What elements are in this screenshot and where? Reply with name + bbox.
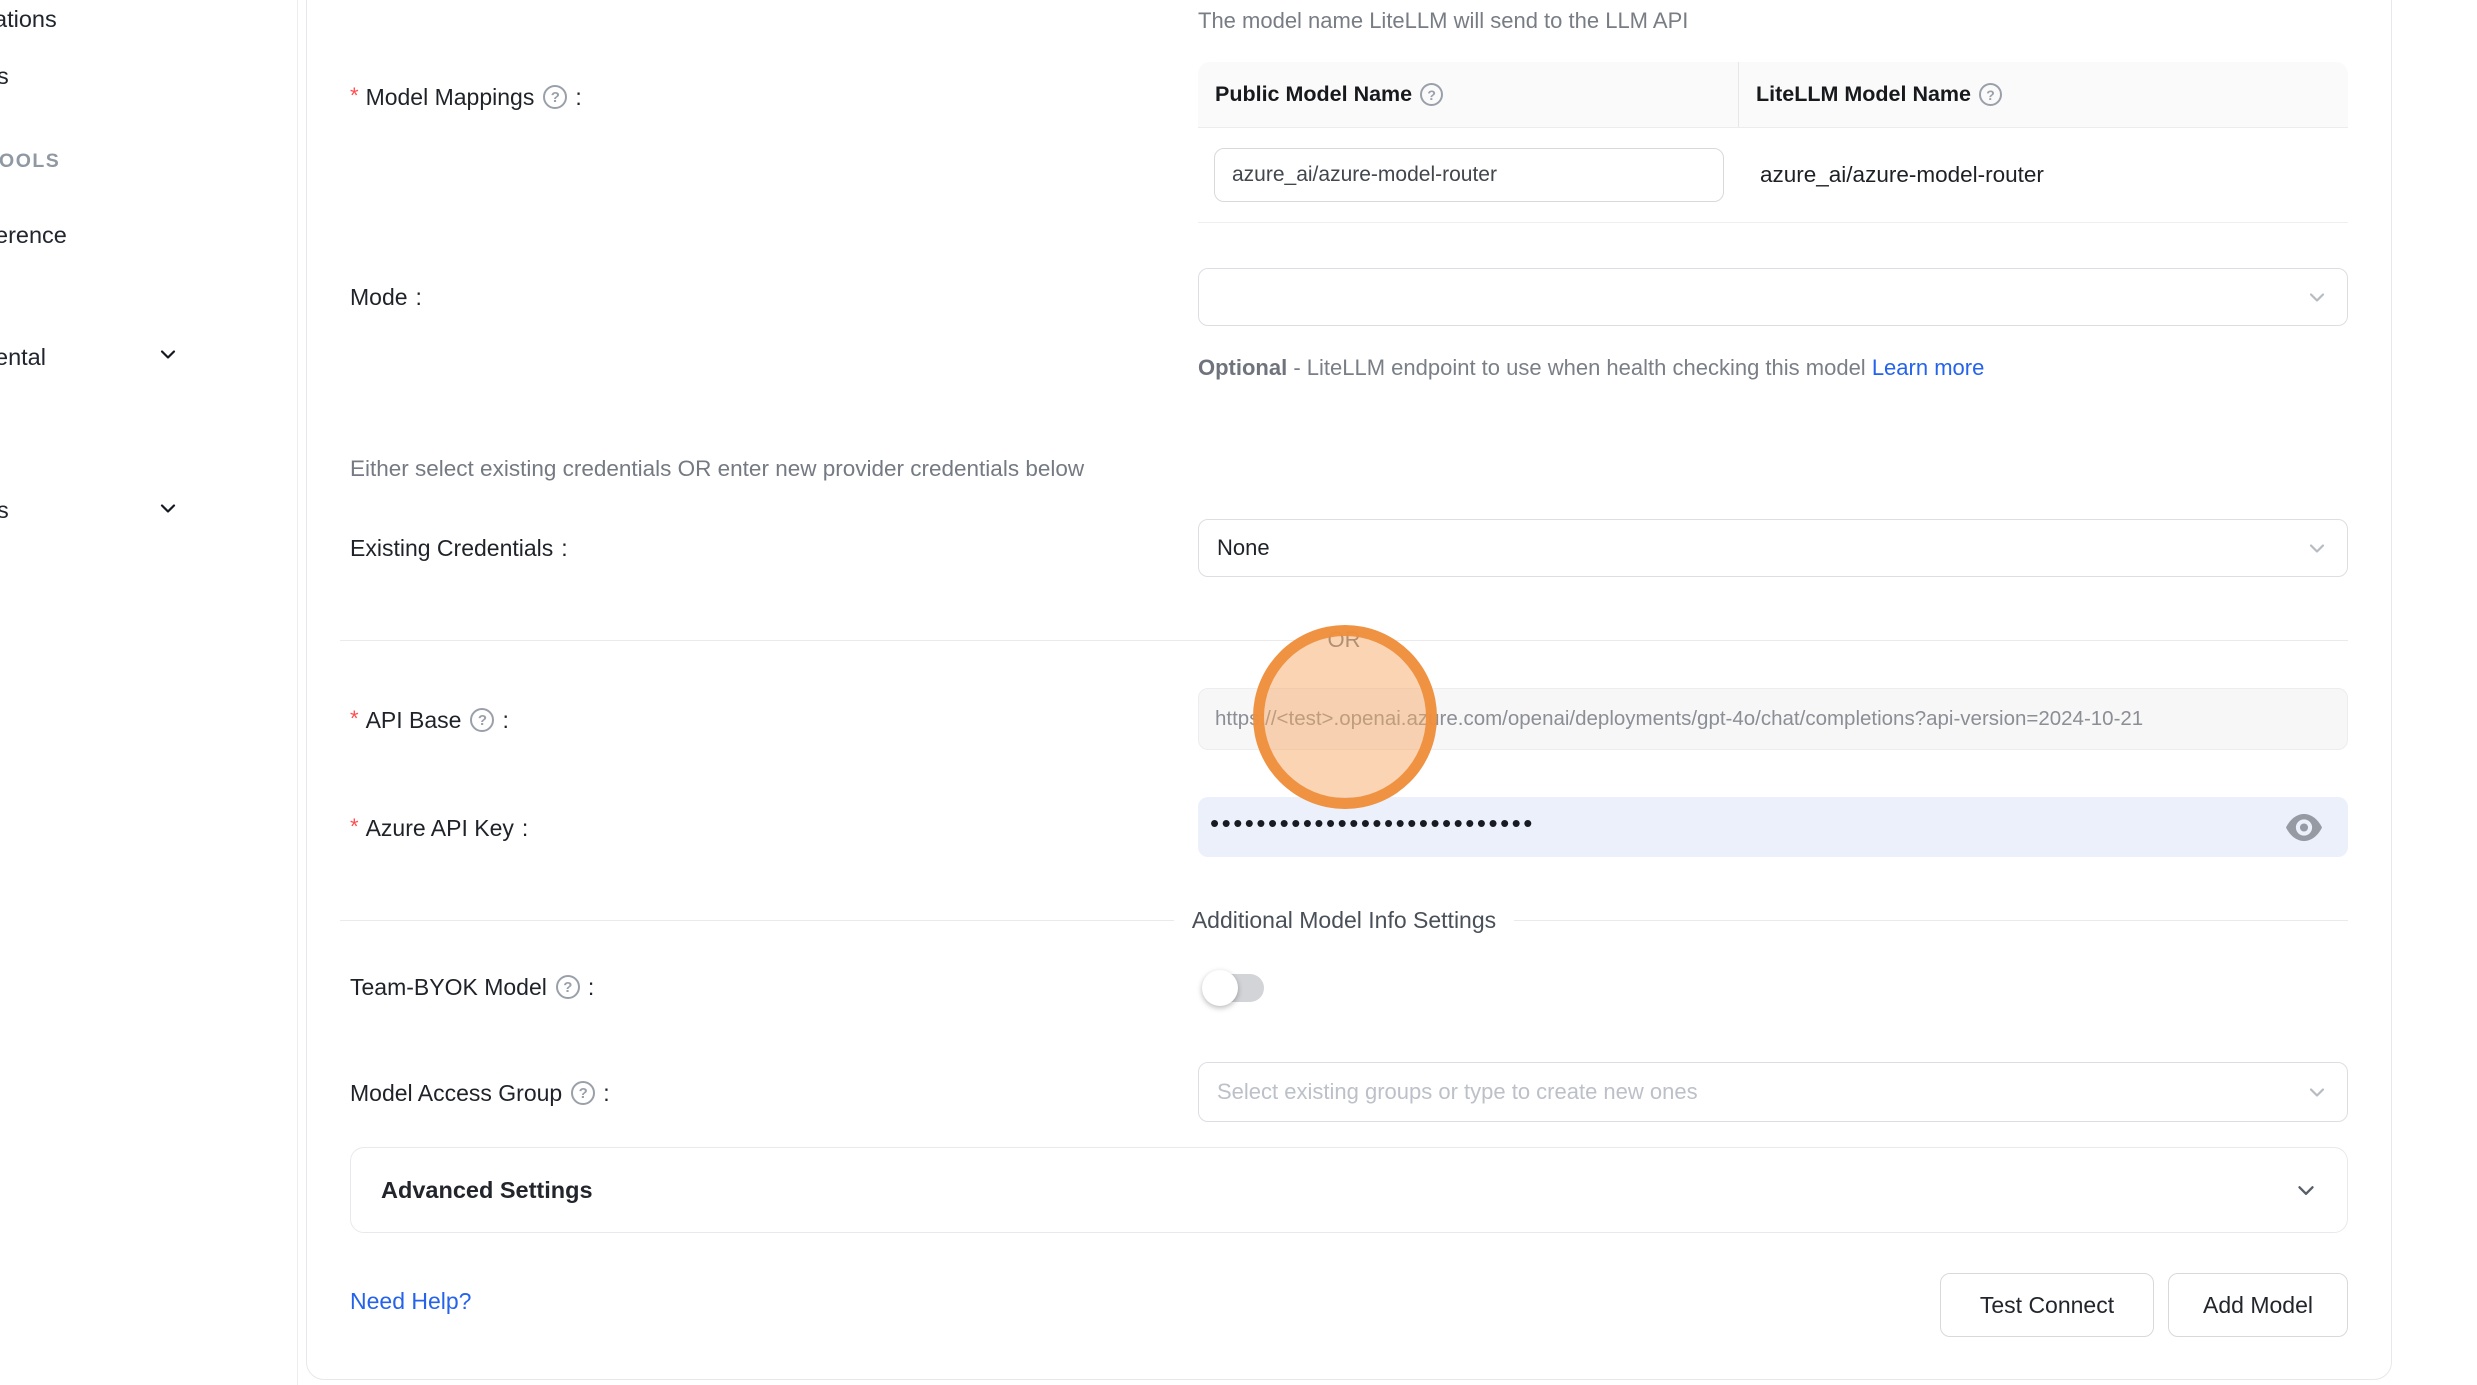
existing-credentials-label: Existing Credentials : [350,531,568,565]
help-icon[interactable]: ? [556,975,580,999]
table-row: azure_ai/azure-model-router azure_ai/azu… [1198,128,2348,222]
chevron-down-icon[interactable] [156,496,180,520]
advanced-settings-label: Advanced Settings [381,1177,593,1204]
chevron-down-icon [2305,536,2329,560]
help-icon[interactable]: ? [543,85,567,109]
chevron-down-icon[interactable] [156,342,180,366]
sidebar: ations s TOOLS erence ental s [0,0,298,1385]
mode-help-text: Optional - LiteLLM endpoint to use when … [1198,348,2008,388]
model-access-group-placeholder: Select existing groups or type to create… [1217,1079,1698,1105]
litellm-model-name-value: azure_ai/azure-model-router [1738,162,2044,188]
azure-api-key-label: * Azure API Key : [350,811,528,845]
model-name-helper-text: The model name LiteLLM will send to the … [1198,8,1688,34]
chevron-down-icon [2305,1080,2329,1104]
credentials-note: Either select existing credentials OR en… [350,456,1084,482]
add-model-page: ations s TOOLS erence ental s The model … [0,0,2477,1385]
toggle-knob [1202,970,1238,1006]
help-icon[interactable]: ? [1420,83,1443,106]
advanced-settings-panel[interactable]: Advanced Settings [350,1147,2348,1233]
or-divider: OR [340,624,2348,656]
column-header-litellm-model-name: LiteLLM Model Name ? [1738,62,2348,127]
api-base-input[interactable]: https://<test>.openai.azure.com/openai/d… [1198,688,2348,750]
help-icon[interactable]: ? [571,1081,595,1105]
sidebar-item-experimental[interactable]: ental [0,344,46,371]
masked-api-key: •••••••••••••••••••••••••••• [1210,810,1535,836]
sidebar-item[interactable]: s [0,63,9,90]
public-model-name-input[interactable]: azure_ai/azure-model-router [1214,148,1724,202]
model-access-group-select[interactable]: Select existing groups or type to create… [1198,1062,2348,1122]
need-help-link[interactable]: Need Help? [350,1288,471,1315]
required-asterisk: * [350,706,359,732]
sidebar-item-organizations[interactable]: ations [0,6,57,33]
model-access-group-label: Model Access Group ? : [350,1076,610,1110]
chevron-down-icon [2305,285,2329,309]
sidebar-section-tools: TOOLS [0,150,60,173]
existing-credentials-select[interactable]: None [1198,519,2348,577]
add-model-button[interactable]: Add Model [2168,1273,2348,1337]
api-base-label: * API Base ? : [350,703,509,737]
eye-icon[interactable] [2284,812,2324,842]
chevron-down-icon [2293,1177,2319,1203]
sidebar-item-settings[interactable]: s [0,497,9,524]
test-connect-button[interactable]: Test Connect [1940,1273,2154,1337]
required-asterisk: * [350,83,359,109]
table-header-row: Public Model Name ? LiteLLM Model Name ? [1198,62,2348,128]
team-byok-label: Team-BYOK Model ? : [350,970,594,1004]
sidebar-item-inference[interactable]: erence [0,222,67,249]
mode-select[interactable] [1198,268,2348,326]
required-asterisk: * [350,814,359,840]
learn-more-link[interactable]: Learn more [1872,355,1985,380]
help-icon[interactable]: ? [1979,83,2002,106]
existing-credentials-value: None [1217,535,1270,561]
model-mappings-label: * Model Mappings ? : [350,80,582,114]
mode-label: Mode : [350,280,422,314]
team-byok-toggle[interactable] [1206,974,1264,1002]
model-mappings-table: Public Model Name ? LiteLLM Model Name ?… [1198,62,2348,223]
additional-info-divider: Additional Model Info Settings [340,904,2348,936]
azure-api-key-input[interactable]: •••••••••••••••••••••••••••• [1198,797,2348,857]
help-icon[interactable]: ? [470,708,494,732]
column-header-public-model-name: Public Model Name ? [1198,62,1738,127]
